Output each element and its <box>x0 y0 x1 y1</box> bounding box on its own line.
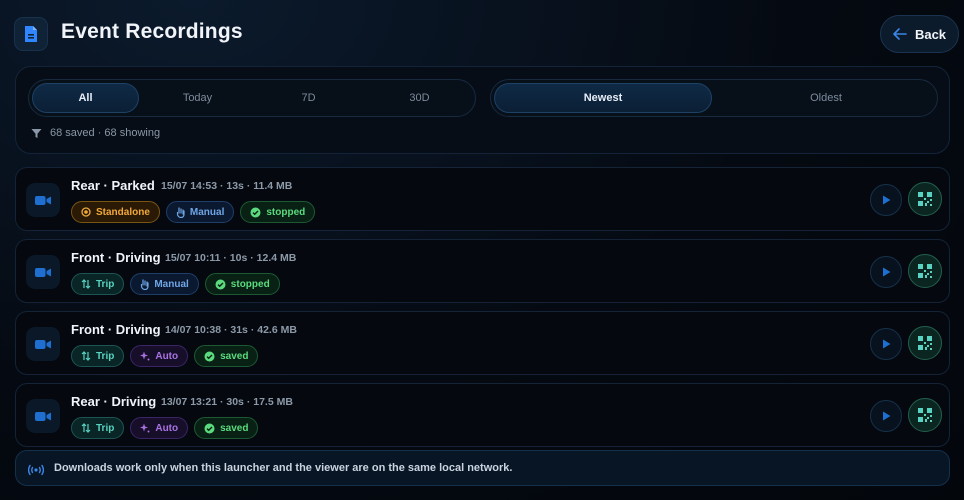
play-button[interactable] <box>870 328 902 360</box>
sparkle-icon <box>140 423 150 433</box>
tab-today[interactable]: Today <box>145 83 250 113</box>
sparkle-icon <box>140 351 150 361</box>
play-button[interactable] <box>870 400 902 432</box>
video-camera-icon <box>26 399 60 433</box>
recording-title: Front · Driving <box>71 250 161 265</box>
video-camera-icon <box>26 327 60 361</box>
badge-row: Trip Auto saved <box>71 417 259 439</box>
network-notice: Downloads work only when this launcher a… <box>15 450 950 486</box>
badge-row: Trip Manual stopped <box>71 273 280 295</box>
qr-code-button[interactable] <box>908 398 942 432</box>
badge-auto: Auto <box>130 345 189 367</box>
arrow-left-icon <box>893 28 907 40</box>
status-badge: stopped <box>240 201 316 223</box>
swap-icon <box>81 423 91 433</box>
status-text: 68 saved · 68 showing <box>50 127 161 139</box>
play-icon <box>882 411 890 421</box>
recording-card[interactable]: Rear · Driving 13/07 13:21 · 30s · 17.5 … <box>15 383 950 447</box>
recording-meta: 15/07 14:53 · 13s · 11.4 MB <box>161 180 293 192</box>
recording-meta: 15/07 10:11 · 10s · 12.4 MB <box>165 252 297 264</box>
badge-trip: Trip <box>71 345 125 367</box>
play-icon <box>882 339 890 349</box>
badge-row: Trip Auto saved <box>71 345 259 367</box>
qr-code-icon <box>918 408 932 422</box>
qr-code-button[interactable] <box>908 254 942 288</box>
badge-manual: Manual <box>130 273 199 295</box>
badge-auto: Auto <box>130 417 189 439</box>
hand-icon <box>176 206 185 218</box>
back-button[interactable]: Back <box>880 15 959 53</box>
tab-all[interactable]: All <box>32 83 139 113</box>
qr-code-icon <box>918 336 932 350</box>
play-icon <box>882 267 890 277</box>
recording-card[interactable]: Front · Driving 15/07 10:11 · 10s · 12.4… <box>15 239 950 303</box>
filter-status: 68 saved · 68 showing <box>31 127 160 139</box>
check-circle-icon <box>204 423 215 433</box>
recording-meta: 13/07 13:21 · 30s · 17.5 MB <box>161 396 293 408</box>
record-icon <box>81 207 91 217</box>
badge-standalone: Standalone <box>71 201 160 223</box>
hand-icon <box>141 278 149 290</box>
swap-icon <box>81 279 91 289</box>
recording-card[interactable]: Front · Driving 14/07 10:38 · 31s · 42.6… <box>15 311 950 375</box>
play-button[interactable] <box>870 256 902 288</box>
status-badge: stopped <box>204 273 280 295</box>
funnel-icon <box>31 128 42 138</box>
filter-panel: All Today 7D 30D Newest Oldest 68 saved … <box>15 66 950 154</box>
sort-oldest[interactable]: Oldest <box>718 83 934 113</box>
qr-code-icon <box>918 264 932 278</box>
qr-code-button[interactable] <box>908 182 942 216</box>
recording-meta: 14/07 10:38 · 31s · 42.6 MB <box>165 324 297 336</box>
recording-title: Rear · Parked <box>71 178 155 193</box>
time-filter: All Today 7D 30D <box>28 79 476 117</box>
notice-text: Downloads work only when this launcher a… <box>54 462 513 474</box>
recording-title: Front · Driving <box>71 322 161 337</box>
sort-newest[interactable]: Newest <box>494 83 712 113</box>
check-circle-icon <box>215 279 226 289</box>
status-badge: saved <box>194 345 259 367</box>
qr-code-icon <box>918 192 932 206</box>
check-circle-icon <box>204 351 215 361</box>
badge-manual: Manual <box>165 201 235 223</box>
header: Event Recordings Back <box>0 0 964 66</box>
badge-row: Standalone Manual stopped <box>71 201 316 223</box>
back-label: Back <box>914 26 947 42</box>
recording-card[interactable]: Rear · Parked 15/07 14:53 · 13s · 11.4 M… <box>15 167 950 231</box>
tab-7d[interactable]: 7D <box>256 83 361 113</box>
check-circle-icon <box>250 207 261 217</box>
video-camera-icon <box>26 183 60 217</box>
badge-trip: Trip <box>71 273 125 295</box>
sort-filter: Newest Oldest <box>490 79 938 117</box>
tab-30d[interactable]: 30D <box>367 83 472 113</box>
video-camera-icon <box>26 255 60 289</box>
document-icon <box>14 17 48 51</box>
swap-icon <box>81 351 91 361</box>
wifi-signal-icon <box>28 464 44 476</box>
page-title: Event Recordings <box>61 20 243 43</box>
status-badge: saved <box>194 417 259 439</box>
badge-trip: Trip <box>71 417 125 439</box>
recording-title: Rear · Driving <box>71 394 157 409</box>
play-button[interactable] <box>870 184 902 216</box>
qr-code-button[interactable] <box>908 326 942 360</box>
play-icon <box>882 195 890 205</box>
